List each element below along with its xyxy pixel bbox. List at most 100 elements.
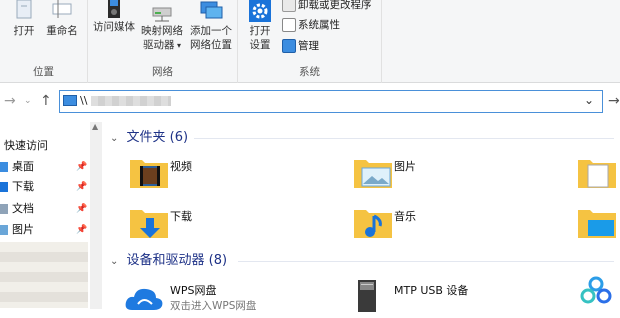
rename-label: 重命名	[46, 25, 78, 37]
content-pane: ⌄ 文件夹 (6) 视频 图片 下载 音乐 ⌄ 设备和驱动器 (8) WPS网盘…	[104, 120, 620, 312]
cloud-icon	[125, 288, 163, 310]
programs-icon	[282, 0, 296, 12]
forward-arrow-icon[interactable]: →	[4, 93, 16, 109]
folder-label: 音乐	[394, 210, 416, 223]
folders-group-header[interactable]: ⌄ 文件夹 (6)	[110, 128, 620, 148]
chevron-down-icon: ▾	[174, 41, 182, 50]
pin-icon: 📌	[76, 182, 88, 192]
device-label: MTP USB 设备	[394, 284, 469, 297]
pin-icon: 📌	[76, 225, 88, 235]
open-label: 打开	[13, 25, 35, 37]
device-item-partial[interactable]	[578, 274, 620, 314]
add-location-label-1: 添加一个	[190, 25, 232, 37]
folder-label: 图片	[394, 160, 416, 173]
manage-label: 管理	[298, 40, 319, 52]
folders-header-label: 文件夹 (6)	[126, 130, 189, 145]
address-prefix: \\	[80, 94, 88, 107]
network-location-icon	[198, 0, 224, 22]
device-label: WPS网盘	[170, 284, 217, 297]
chevron-down-icon: ⌄	[110, 133, 119, 144]
folder-item-desktop[interactable]	[578, 206, 620, 246]
pictures-icon	[0, 225, 8, 235]
nav-scrollbar[interactable]: ▲	[90, 122, 102, 309]
nav-item-documents[interactable]: 文档 📌	[0, 199, 90, 219]
map-drive-label-2: 驱动器	[142, 39, 175, 51]
recent-chevron-icon[interactable]: ⌄	[24, 96, 32, 106]
device-item-wps[interactable]: WPS网盘 双击进入WPS网盘	[124, 278, 344, 318]
devices-group-header[interactable]: ⌄ 设备和驱动器 (8)	[110, 251, 620, 271]
computer-icon	[63, 95, 77, 106]
folder-item-videos[interactable]: 视频	[130, 156, 330, 196]
up-arrow-icon[interactable]: ↑	[40, 93, 52, 109]
folder-item-pictures[interactable]: 图片	[354, 156, 554, 196]
ribbon-group-network: 访问媒体 映射网络 驱动器 ▾ 添加一个 网络位置 网络	[88, 0, 238, 83]
nav-item-pictures[interactable]: 图片 📌	[0, 220, 90, 240]
open-settings-label-1: 打开	[249, 25, 271, 37]
video-folder-icon	[130, 160, 168, 188]
system-props-label: 系统属性	[298, 19, 340, 31]
open-settings-button[interactable]: 打开 设置	[242, 0, 278, 52]
folder-label: 视频	[170, 160, 192, 173]
desktop-icon	[0, 162, 8, 172]
rename-icon	[49, 0, 75, 22]
nav-item-label: 下载	[12, 180, 34, 193]
checklist-icon	[282, 18, 296, 32]
open-button[interactable]: 打开	[6, 0, 42, 38]
chevron-down-icon: ⌄	[110, 256, 119, 267]
map-drive-label-1: 映射网络	[141, 25, 183, 37]
navigation-pane: 快速访问 桌面 📌 下载 📌 文档 📌 图片 📌	[0, 120, 102, 309]
folder-item-downloads[interactable]: 下载	[130, 206, 330, 246]
downloads-folder-icon	[130, 210, 168, 238]
rename-button[interactable]: 重命名	[42, 0, 82, 38]
folder-item-documents[interactable]	[578, 156, 620, 196]
ribbon-group-location: 打开 重命名 位置	[0, 0, 88, 83]
folder-label: 下载	[170, 210, 192, 223]
location-group-label: 位置	[33, 66, 54, 78]
network-group-label: 网络	[152, 66, 173, 78]
group-divider	[194, 138, 614, 139]
redacted-nav-items	[0, 242, 88, 308]
quick-access-header[interactable]: 快速访问	[4, 136, 94, 156]
quick-access-label: 快速访问	[4, 139, 48, 152]
nav-item-label: 图片	[12, 223, 34, 236]
documents-folder-icon	[578, 160, 616, 188]
map-drive-button[interactable]: 映射网络 驱动器 ▾	[138, 0, 186, 53]
add-network-location-button[interactable]: 添加一个 网络位置	[186, 0, 236, 52]
network-drive-icon	[149, 0, 175, 22]
pin-icon: 📌	[76, 162, 88, 172]
device-sublabel: 双击进入WPS网盘	[170, 300, 257, 312]
access-media-button[interactable]: 访问媒体	[90, 0, 138, 34]
refresh-icon[interactable]: →	[608, 93, 620, 109]
folder-item-music[interactable]: 音乐	[354, 206, 554, 246]
uninstall-button[interactable]: 卸载或更改程序	[282, 0, 372, 14]
media-icon	[101, 0, 127, 18]
address-text: \\	[80, 94, 171, 107]
gear-icon	[247, 0, 273, 22]
open-settings-label-2: 设置	[249, 39, 271, 51]
redacted-path	[90, 96, 171, 106]
manage-button[interactable]: 管理	[282, 37, 319, 55]
nav-item-label: 桌面	[12, 160, 34, 173]
device-item-mtp-usb[interactable]: MTP USB 设备	[354, 278, 554, 318]
ribbon-group-system: 打开 设置 卸载或更改程序 系统属性 管理 系统	[238, 0, 382, 83]
add-location-label-2: 网络位置	[190, 39, 232, 51]
system-group-label: 系统	[299, 66, 320, 78]
devices-header-label: 设备和驱动器 (8)	[126, 253, 228, 268]
system-properties-button[interactable]: 系统属性	[282, 16, 340, 34]
address-bar[interactable]: \\ ⌄	[59, 90, 603, 113]
download-icon	[0, 182, 8, 192]
chevron-down-icon[interactable]: ⌄	[584, 93, 594, 107]
app-cloud-icon	[580, 276, 612, 304]
nav-item-downloads[interactable]: 下载 📌	[0, 177, 90, 197]
ribbon: 打开 重命名 位置 访问媒体 映射网络 驱动器 ▾ 添加一个 网络位置 网络 打…	[0, 0, 620, 83]
desktop-folder-icon	[578, 210, 616, 238]
open-icon	[11, 0, 37, 22]
computer-manage-icon	[282, 39, 296, 53]
uninstall-label: 卸载或更改程序	[298, 0, 372, 11]
pin-icon: 📌	[76, 204, 88, 214]
nav-item-label: 文档	[12, 202, 34, 215]
usb-device-icon	[358, 280, 376, 312]
nav-item-desktop[interactable]: 桌面 📌	[0, 157, 90, 177]
pictures-folder-icon	[354, 160, 392, 188]
scroll-up-icon[interactable]: ▲	[92, 122, 98, 131]
